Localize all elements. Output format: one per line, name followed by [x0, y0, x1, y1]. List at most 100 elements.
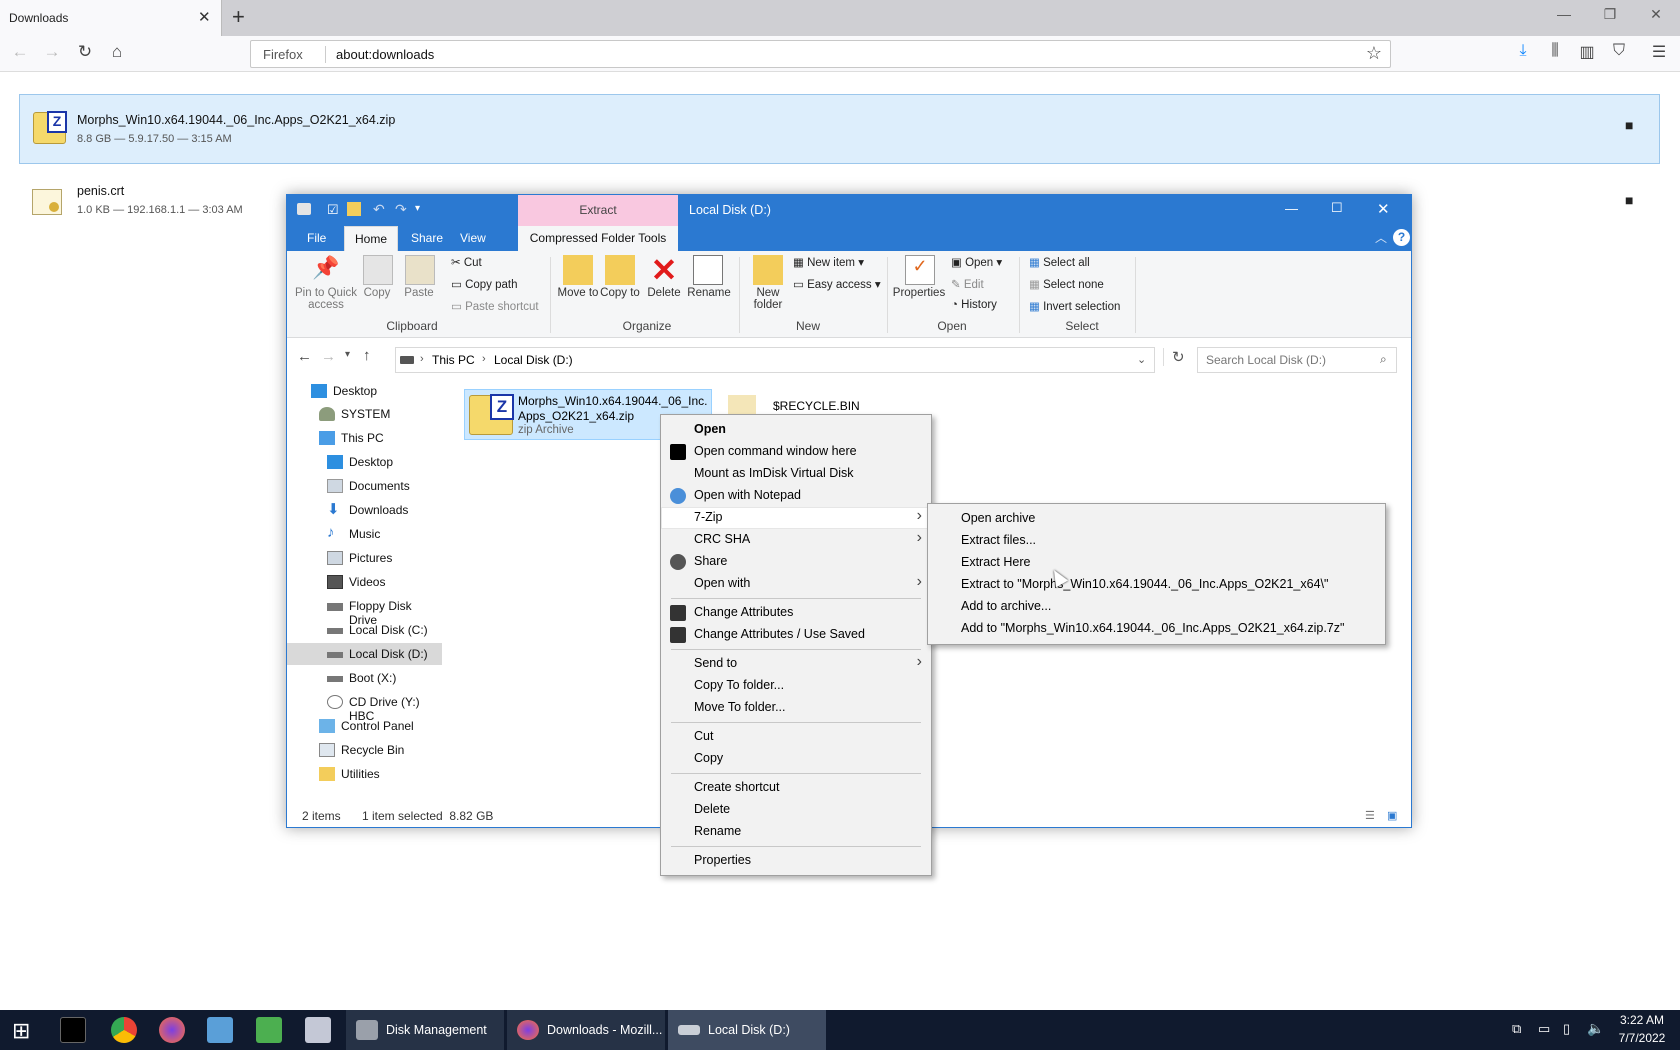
taskbar-disk-management[interactable]: Disk Management: [346, 1010, 504, 1050]
tree-item-floppy[interactable]: Floppy Disk Drive: [287, 595, 442, 627]
paste-button[interactable]: Paste: [399, 287, 439, 299]
cut-button[interactable]: ✂ Cut: [451, 255, 482, 269]
close-icon[interactable]: ✕: [1377, 200, 1390, 218]
app-icon[interactable]: [207, 1017, 233, 1043]
volume-tray-icon[interactable]: 🔈: [1587, 1020, 1604, 1037]
refresh-icon[interactable]: ↻: [1163, 348, 1185, 366]
select-all-button[interactable]: ▦ Select all: [1029, 255, 1090, 269]
maximize-icon[interactable]: ☐: [1331, 200, 1343, 216]
notepad-app-icon[interactable]: [256, 1017, 282, 1043]
open-button[interactable]: ▣ Open ▾: [951, 255, 1002, 269]
shield-icon[interactable]: ⛉: [1606, 42, 1632, 60]
qat-dropdown-icon[interactable]: ▾: [415, 203, 420, 214]
recent-locations-icon[interactable]: ▾: [345, 349, 350, 360]
pin-to-quick-access-button[interactable]: Pin to Quick access: [291, 287, 361, 311]
copy-path-button[interactable]: ▭ Copy path: [451, 277, 518, 291]
menu-item-create-shortcut[interactable]: Create shortcut: [661, 777, 931, 799]
menu-item-7-zip[interactable]: 7-Zip ›: [661, 507, 931, 529]
back-icon[interactable]: ←: [297, 348, 312, 365]
collapse-ribbon-icon[interactable]: ︿: [1375, 229, 1387, 246]
downloads-toolbar-icon[interactable]: ⤓: [1510, 42, 1536, 60]
address-bar[interactable]: › This PC › Local Disk (D:) ⌄: [395, 347, 1155, 373]
library-icon[interactable]: ⫼: [1542, 42, 1568, 60]
help-icon[interactable]: ?: [1393, 229, 1410, 246]
clock-date[interactable]: 7/7/2022: [1610, 1031, 1674, 1045]
new-tab-button[interactable]: +: [232, 4, 245, 30]
menu-item-open-command-window-here[interactable]: Open command window here: [661, 441, 931, 463]
menu-item-change-attributes[interactable]: Change Attributes: [661, 602, 931, 624]
tree-item-utilities[interactable]: Utilities: [287, 763, 442, 785]
minimize-icon[interactable]: —: [1544, 6, 1584, 22]
download-item-selected[interactable]: Z Morphs_Win10.x64.19044._06_Inc.Apps_O2…: [19, 94, 1660, 164]
tab-compressed-folder-tools[interactable]: Compressed Folder Tools: [518, 226, 678, 251]
network-app-icon[interactable]: [305, 1017, 331, 1043]
submenu-item-add-to-morphs-win10-x64-19044-[interactable]: Add to "Morphs_Win10.x64.19044._06_Inc.A…: [928, 618, 1385, 640]
easy-access-button[interactable]: ▭ Easy access ▾: [793, 277, 881, 291]
new-item-button[interactable]: ▦ New item ▾: [793, 255, 864, 269]
tab-file[interactable]: File: [297, 226, 336, 251]
tab-view[interactable]: View: [450, 226, 496, 251]
menu-icon[interactable]: ☰: [1646, 42, 1672, 62]
redo-icon[interactable]: ↷: [395, 201, 407, 218]
rename-button[interactable]: Rename: [685, 287, 733, 299]
tree-item-music[interactable]: ♪ Music: [287, 523, 442, 545]
clock-time[interactable]: 3:22 AM: [1614, 1013, 1670, 1027]
submenu-item-add-to-archive[interactable]: Add to archive...: [928, 596, 1385, 618]
taskbar-local-disk[interactable]: Local Disk (D:): [668, 1010, 826, 1050]
close-tab-icon[interactable]: ✕: [198, 8, 211, 26]
search-icon[interactable]: ⌕: [1380, 352, 1387, 367]
start-windows-icon[interactable]: ⊞: [12, 1018, 30, 1044]
menu-item-open[interactable]: Open: [661, 419, 931, 441]
menu-item-cut[interactable]: Cut: [661, 726, 931, 748]
menu-item-move-to-folder[interactable]: Move To folder...: [661, 697, 931, 719]
qat-properties-icon[interactable]: ☑: [327, 202, 339, 218]
restore-icon[interactable]: ❐: [1590, 6, 1630, 23]
copy-to-button[interactable]: Copy to: [597, 287, 643, 299]
menu-item-copy[interactable]: Copy: [661, 748, 931, 770]
search-placeholder[interactable]: Search Local Disk (D:): [1206, 353, 1326, 367]
tree-item-pictures[interactable]: Pictures: [287, 547, 442, 569]
menu-item-send-to[interactable]: Send to ›: [661, 653, 931, 675]
menu-item-open-with-notepad[interactable]: Open with Notepad: [661, 485, 931, 507]
history-button[interactable]: ◔ History: [951, 299, 997, 311]
tab-downloads[interactable]: Downloads ✕: [0, 0, 222, 36]
tree-item-this-pc[interactable]: This PC: [287, 427, 442, 449]
menu-item-mount-as-imdisk-virtual-disk[interactable]: Mount as ImDisk Virtual Disk: [661, 463, 931, 485]
back-icon[interactable]: ←: [8, 42, 32, 62]
forward-icon[interactable]: →: [40, 42, 64, 62]
large-icons-view-icon[interactable]: ▣: [1387, 809, 1397, 822]
sidebar-icon[interactable]: ▥: [1574, 42, 1600, 62]
tree-item-recycle-bin[interactable]: Recycle Bin: [287, 739, 442, 761]
tree-item-videos[interactable]: Videos: [287, 571, 442, 593]
edit-button[interactable]: ✎ Edit: [951, 277, 984, 291]
taskbar-firefox-downloads[interactable]: Downloads - Mozill...: [507, 1010, 665, 1050]
bookmark-star-icon[interactable]: ☆: [1366, 43, 1382, 64]
submenu-item-extract-to-morphs-win10-x64-19[interactable]: Extract to "Morphs_Win10.x64.19044._06_I…: [928, 574, 1385, 596]
tree-item-desktop[interactable]: Desktop: [287, 380, 442, 402]
terminal-icon[interactable]: [60, 1017, 86, 1043]
url-text[interactable]: about:downloads: [336, 47, 434, 62]
menu-item-rename[interactable]: Rename: [661, 821, 931, 843]
chevron-down-icon[interactable]: ⌄: [1137, 353, 1146, 366]
chrome-icon[interactable]: [111, 1017, 137, 1043]
display-tray-icon[interactable]: ▭: [1538, 1021, 1550, 1037]
battery-tray-icon[interactable]: ▯: [1563, 1021, 1570, 1037]
search-box[interactable]: Search Local Disk (D:) ⌕: [1197, 347, 1397, 373]
menu-item-share[interactable]: Share: [661, 551, 931, 573]
menu-item-properties[interactable]: Properties: [661, 850, 931, 872]
tree-item-documents[interactable]: Documents: [287, 475, 442, 497]
breadcrumb-this-pc[interactable]: This PC: [432, 353, 475, 367]
properties-button[interactable]: Properties: [891, 287, 947, 299]
menu-item-crc-sha[interactable]: CRC SHA ›: [661, 529, 931, 551]
paste-shortcut-button[interactable]: ▭ Paste shortcut: [451, 299, 539, 313]
url-bar[interactable]: Firefox about:downloads ☆: [250, 40, 1391, 68]
tree-item-boot-x[interactable]: Boot (X:): [287, 667, 442, 689]
qat-new-folder-icon[interactable]: [347, 202, 361, 216]
submenu-item-open-archive[interactable]: Open archive: [928, 508, 1385, 530]
new-folder-button[interactable]: New folder: [743, 287, 793, 311]
up-icon[interactable]: ↑: [363, 347, 371, 364]
tab-share[interactable]: Share: [401, 226, 453, 251]
menu-item-copy-to-folder[interactable]: Copy To folder...: [661, 675, 931, 697]
network-tray-icon[interactable]: ⧉: [1512, 1021, 1521, 1037]
tree-item-local-disk-c[interactable]: Local Disk (C:): [287, 619, 442, 641]
